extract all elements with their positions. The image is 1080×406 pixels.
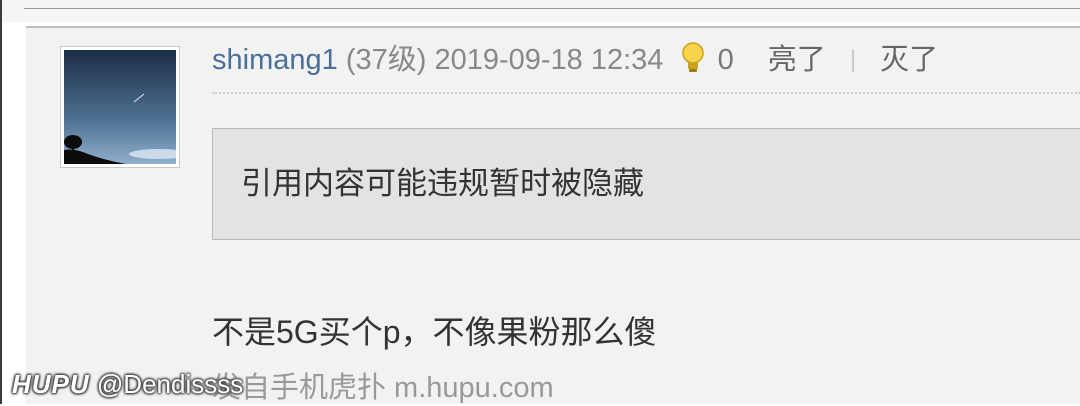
light-up-button[interactable]: 亮了	[768, 44, 826, 76]
lightbulb-icon[interactable]	[680, 42, 706, 83]
avatar-image	[64, 50, 176, 164]
watermark: HUPU @Dendissss	[12, 368, 243, 400]
post-meta: shimang1 (37级) 2019-09-18 12:34 0 亮了 | 灭…	[212, 42, 1080, 82]
light-down-button[interactable]: 灭了	[880, 44, 938, 76]
meta-divider	[212, 92, 1080, 94]
reply-post: shimang1 (37级) 2019-09-18 12:34 0 亮了 | 灭…	[26, 26, 1080, 404]
username-link[interactable]: shimang1	[212, 44, 338, 76]
user-level: (37级)	[345, 44, 427, 76]
avatar[interactable]	[60, 46, 180, 168]
post-datetime: 2019-09-18 12:34	[434, 44, 664, 76]
divider	[24, 8, 1080, 9]
quote-block: 引用内容可能违规暂时被隐藏	[212, 128, 1080, 240]
watermark-handle: @Dendissss	[96, 369, 244, 399]
light-count: 0	[717, 44, 734, 76]
watermark-brand: HUPU	[12, 369, 90, 399]
source-link[interactable]: 发自手机虎扑 m.hupu.com	[212, 370, 554, 406]
previous-post-strip	[2, 0, 1080, 22]
window-left-border	[0, 0, 2, 404]
reply-text: 不是5G买个p，不像果粉那么傻	[212, 314, 657, 350]
action-separator: |	[849, 46, 857, 73]
